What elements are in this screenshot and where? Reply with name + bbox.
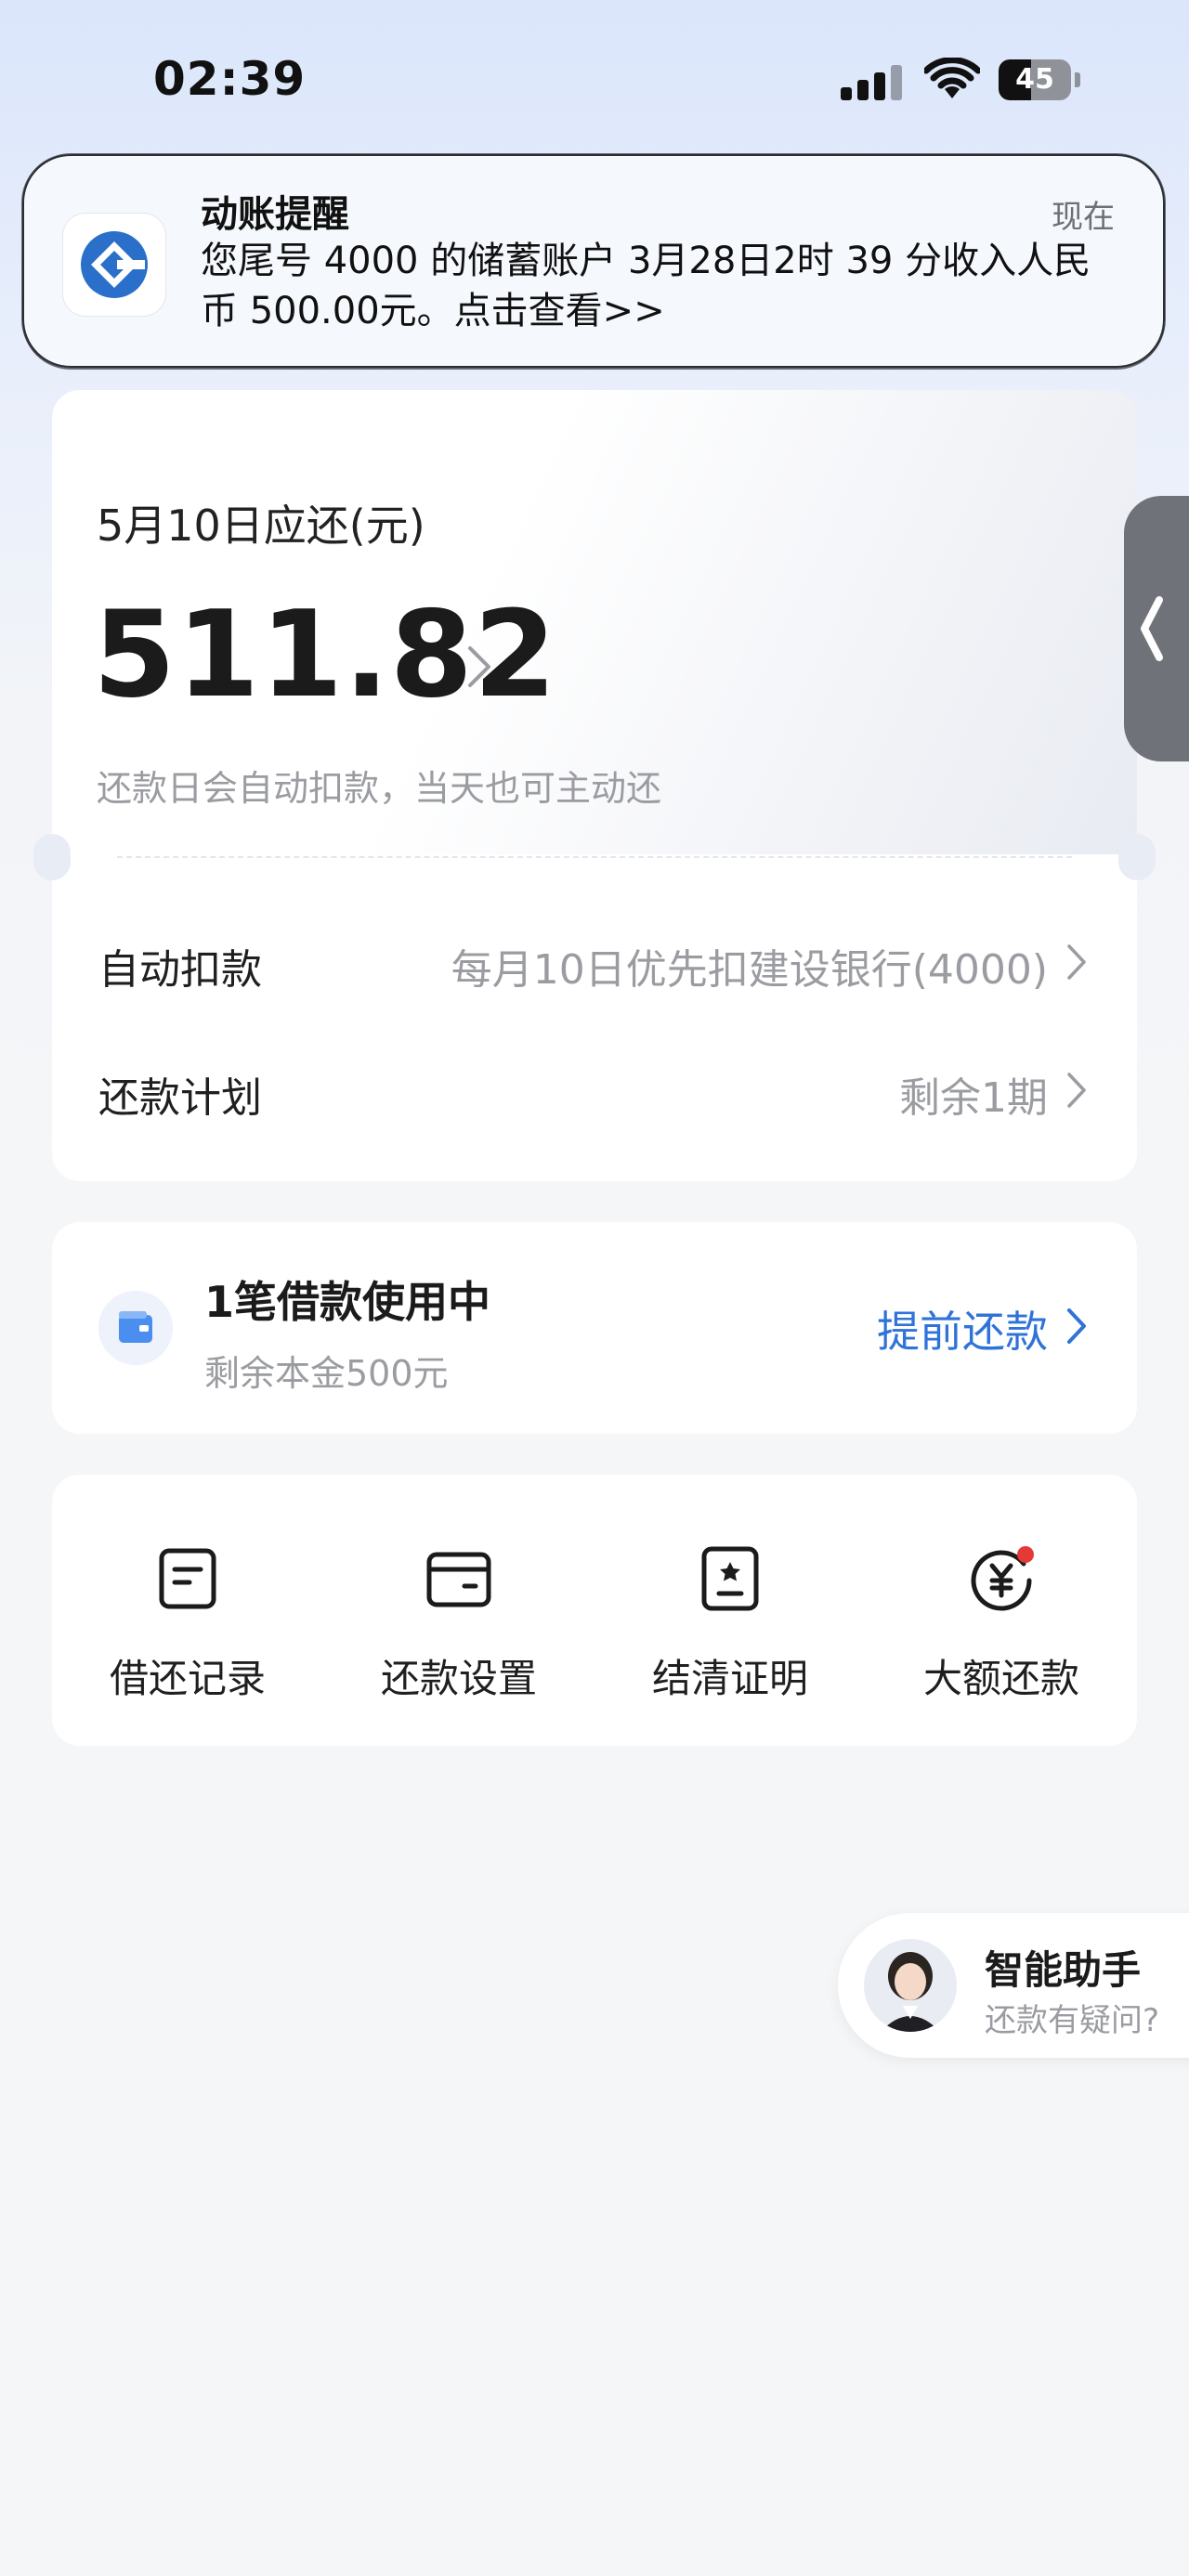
notification-body: 您尾号 4000 的储蓄账户 3月28日2时 39 分收入人民币 500.00元… [201,240,1091,332]
repayment-plan-row[interactable]: 还款计划 剩余1期 [52,1042,1137,1135]
chevron-right-icon[interactable] [1065,1306,1089,1347]
wifi-icon [924,58,980,98]
chevron-left-icon [1141,596,1163,661]
notification-dot [1017,1546,1034,1563]
ticket-notch [33,834,71,880]
auto-debit-value: 每月10日优先扣建设银行(4000) [451,946,1048,994]
auto-debit-row[interactable]: 自动扣款 每月10日优先扣建设银行(4000) [52,914,1137,1007]
assistant-title: 智能助手 [985,1947,1142,1993]
cellular-signal-icon [841,65,906,100]
bank-logo-icon [63,214,165,316]
active-loan-card: 1笔借款使用中 剩余本金500元 提前还款 [52,1222,1137,1434]
smart-assistant-button[interactable]: 智能助手 还款有疑问? [838,1913,1189,2058]
repayment-plan-value: 剩余1期 [899,1074,1048,1122]
action-label: 还款设置 [380,1656,537,1701]
due-date-label: 5月10日应还(元) [97,501,425,551]
chevron-right-icon [1067,944,1086,980]
card-icon [426,1552,491,1607]
action-label: 结清证明 [651,1656,808,1701]
auto-debit-label: 自动扣款 [98,946,262,994]
assistant-avatar [864,1939,957,2032]
assistant-subtitle: 还款有疑问? [985,2002,1160,2039]
action-repayment-settings[interactable]: 还款设置 [323,1475,594,1746]
battery-level: 45 [1015,63,1054,96]
prepay-button[interactable]: 提前还款 [877,1298,1048,1360]
side-drawer-tab[interactable] [1124,496,1189,761]
remaining-principal: 剩余本金500元 [204,1353,449,1394]
notification-title: 动账提醒 [201,193,349,236]
status-bar: 02:39 45 [0,0,1189,158]
chevron-right-icon[interactable] [461,639,498,695]
quick-actions: 借还记录 还款设置 结清证明 大额还款 [52,1475,1137,1746]
auto-debit-hint: 还款日会自动扣款，当天也可主动还 [97,768,662,809]
action-label: 借还记录 [109,1656,266,1701]
repayment-plan-label: 还款计划 [98,1074,262,1122]
action-large-repayment[interactable]: 大额还款 [866,1475,1137,1746]
action-label: 大额还款 [922,1656,1079,1701]
ticket-notch [1118,834,1156,880]
transaction-notification[interactable]: 动账提醒 现在 您尾号 4000 的储蓄账户 3月28日2时 39 分收入人民币… [22,154,1165,368]
chevron-right-icon [1067,1073,1086,1108]
action-loan-records[interactable]: 借还记录 [52,1475,323,1746]
document-icon [159,1548,216,1609]
notification-time: 现在 [1052,199,1115,236]
yuan-icon [971,1546,1034,1611]
battery-icon: 45 [999,59,1080,100]
wallet-icon [98,1291,173,1365]
loan-title: 1笔借款使用中 [204,1277,491,1327]
divider [117,856,1072,858]
action-settlement-certificate[interactable]: 结清证明 [594,1475,866,1746]
status-time: 02:39 [153,52,307,106]
repayment-card: 5月10日应还(元) 511.82 还款日会自动扣款，当天也可主动还 自动扣款 … [33,390,1156,1181]
certificate-icon [701,1546,759,1611]
